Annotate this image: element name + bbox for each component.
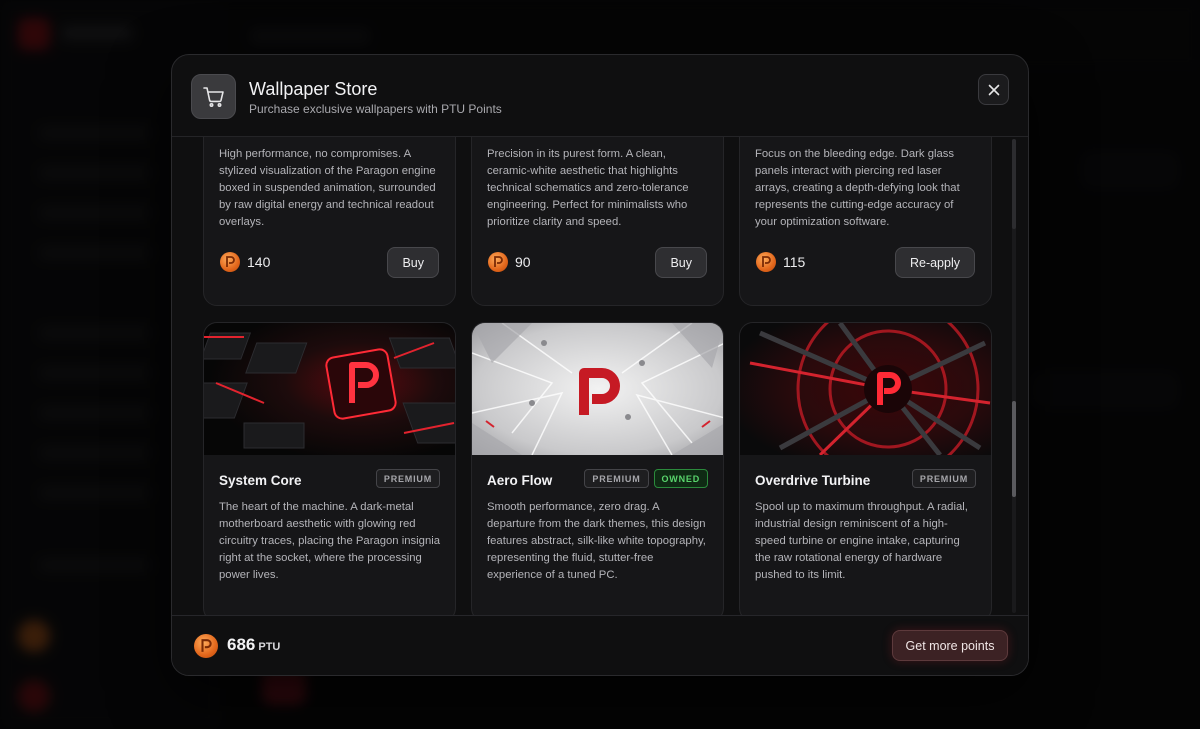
wallpaper-card: High performance, no compromises. A styl… (203, 137, 456, 306)
modal-header: Wallpaper Store Purchase exclusive wallp… (172, 55, 1028, 137)
scrollbar-thumb[interactable] (1012, 401, 1016, 497)
wallpaper-name: Overdrive Turbine (755, 473, 871, 488)
wallpaper-card[interactable]: Overdrive Turbine PREMIUM Spool up to ma… (739, 322, 992, 617)
wallpaper-price: 90 (488, 252, 531, 272)
badges: PREMIUM (911, 469, 976, 488)
wallpaper-price: 115 (756, 252, 805, 272)
reapply-button[interactable]: Re-apply (894, 247, 975, 278)
ptu-coin-icon (756, 252, 776, 272)
price-value: 140 (247, 254, 271, 270)
owned-badge: OWNED (653, 469, 708, 488)
scrollbar[interactable] (1012, 139, 1016, 613)
wallpaper-description: High performance, no compromises. A styl… (219, 148, 436, 228)
wallpaper-store-modal: Wallpaper Store Purchase exclusive wallp… (171, 54, 1029, 676)
ptu-coin-icon (194, 634, 218, 658)
wallpaper-card[interactable]: Aero Flow PREMIUM OWNED Smooth performan… (471, 322, 724, 617)
balance-value: 686 (227, 635, 256, 654)
wallpaper-thumbnail-overdrive-turbine (740, 323, 991, 455)
buy-button[interactable]: Buy (655, 247, 707, 278)
buy-button[interactable]: Buy (387, 247, 439, 278)
get-more-points-button[interactable]: Get more points (892, 630, 1008, 661)
wallpaper-description: Precision in its purest form. A clean, c… (487, 148, 689, 228)
wallpaper-description: Smooth performance, zero drag. A departu… (487, 501, 706, 581)
shopping-cart-icon (191, 74, 236, 119)
wallpaper-thumbnail-aero-flow (472, 323, 723, 455)
premium-badge: PREMIUM (911, 469, 976, 488)
wallpaper-card: Precision in its purest form. A clean, c… (471, 137, 724, 306)
balance-unit: PTU (258, 641, 281, 653)
modal-footer: 686 PTU Get more points (172, 615, 1028, 675)
premium-badge: PREMIUM (375, 469, 440, 488)
ptu-balance: 686 PTU (227, 635, 280, 655)
scrollbar-track-segment (1012, 139, 1016, 229)
wallpaper-price: 140 (220, 252, 270, 272)
premium-badge: PREMIUM (584, 469, 649, 488)
wallpaper-card: Focus on the bleeding edge. Dark glass p… (739, 137, 992, 306)
close-icon (988, 84, 999, 95)
badges: PREMIUM (375, 469, 440, 488)
wallpaper-grid-scroll-area[interactable]: High performance, no compromises. A styl… (172, 137, 1028, 617)
wallpaper-name: Aero Flow (487, 473, 553, 488)
wallpaper-card[interactable]: System Core PREMIUM The heart of the mac… (203, 322, 456, 617)
price-value: 115 (783, 254, 806, 270)
badges: PREMIUM OWNED (584, 469, 708, 488)
wallpaper-name: System Core (219, 473, 302, 488)
wallpaper-thumbnail-system-core (204, 323, 455, 455)
ptu-coin-icon (488, 252, 508, 272)
wallpaper-description: Spool up to maximum throughput. A radial… (755, 501, 968, 581)
modal-title: Wallpaper Store (249, 79, 378, 99)
close-button[interactable] (978, 74, 1009, 105)
wallpaper-description: The heart of the machine. A dark-metal m… (219, 501, 441, 581)
modal-subtitle: Purchase exclusive wallpapers with PTU P… (249, 102, 502, 116)
wallpaper-description: Focus on the bleeding edge. Dark glass p… (755, 148, 960, 228)
price-value: 90 (515, 254, 531, 270)
ptu-coin-icon (220, 252, 240, 272)
